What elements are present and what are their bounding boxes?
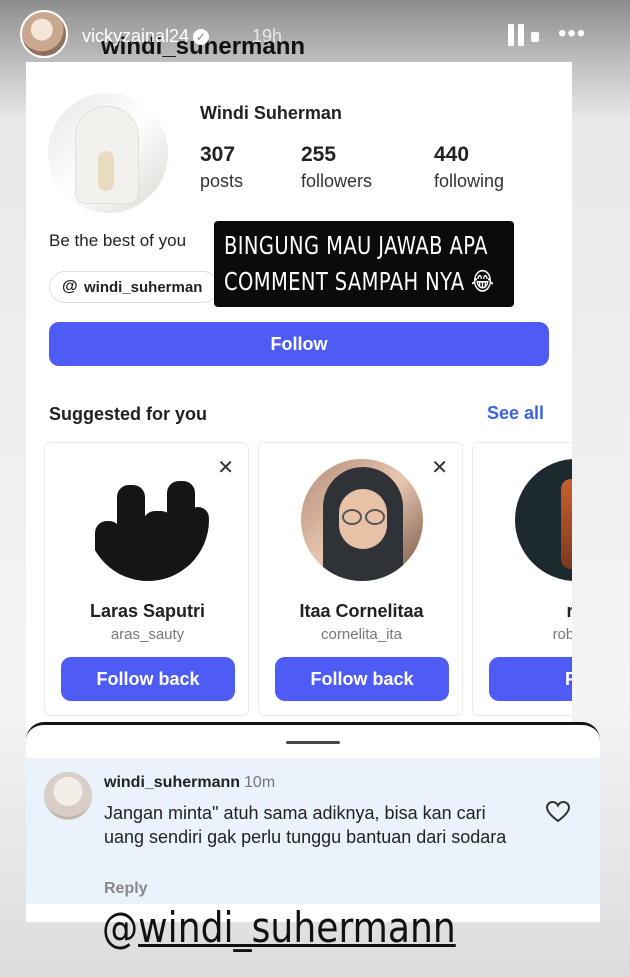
reply-button[interactable]: Reply	[104, 880, 148, 898]
pause-icon[interactable]	[508, 24, 526, 46]
comment-time: 10m	[244, 774, 276, 791]
caption-line-1: BINGUNG MAU JAWAB APA	[224, 231, 488, 260]
suggestion-avatar	[87, 459, 209, 581]
stat-label: followers	[301, 171, 373, 191]
suggestion-name: Laras Saputri	[89, 601, 206, 621]
avatar-glasses	[342, 509, 362, 525]
story-username-text: vickyzainal24	[82, 26, 190, 46]
avatar-person	[187, 507, 209, 581]
stat-value: 440	[434, 143, 470, 166]
avatar-flowers	[98, 151, 114, 191]
verified-icon: ✓	[193, 29, 210, 46]
follow-back-button[interactable]: Fo	[489, 657, 572, 701]
suggestion-username: robnes	[552, 626, 572, 643]
suggestion-avatar	[515, 459, 572, 581]
more-icon[interactable]: •••	[558, 20, 586, 48]
comment-username[interactable]: windi_suhermann	[104, 774, 240, 791]
follow-button[interactable]: Follow	[49, 322, 549, 366]
stat-label: posts	[200, 171, 244, 191]
suggestion-card: ✕ Laras Saputri aras_sauty Follow back	[44, 442, 249, 716]
story-header: windi_suhermann vickyzainal24 ✓ 19h •••	[0, 0, 630, 80]
suggestion-name: ro	[566, 601, 573, 621]
stat-label: following	[434, 171, 505, 191]
story-time: 19h	[252, 26, 283, 46]
heart-icon[interactable]	[546, 801, 570, 823]
close-icon[interactable]: ✕	[217, 455, 234, 480]
suggestion-card: ro robnes Fo	[472, 442, 572, 716]
suggestion-avatar	[301, 459, 423, 581]
threads-icon: @	[62, 278, 78, 295]
suggestion-username: cornelita_ita	[321, 626, 402, 643]
stat-followers[interactable]: 255 followers	[301, 143, 372, 192]
mute-icon[interactable]	[531, 32, 539, 42]
threads-link[interactable]: @ windi_suherman	[49, 271, 219, 303]
suggestion-username: aras_sauty	[110, 626, 185, 643]
comment-header: windi_suhermann 10m	[104, 774, 275, 792]
suggested-title: Suggested for you	[49, 404, 208, 424]
avatar-art	[561, 479, 572, 569]
comment-avatar[interactable]	[44, 772, 92, 820]
caption-line-2: COMMENT SAMPAH NYA 😂	[224, 267, 495, 296]
stat-value: 255	[301, 143, 337, 166]
close-icon[interactable]: ✕	[431, 455, 448, 480]
avatar-glasses	[365, 509, 385, 525]
story-caption: BINGUNG MAU JAWAB APA COMMENT SAMPAH NYA…	[214, 221, 514, 307]
see-all-link[interactable]: See all	[487, 403, 544, 424]
story-avatar[interactable]	[20, 10, 68, 58]
stat-value: 307	[200, 143, 236, 166]
avatar-person	[117, 485, 145, 581]
stat-following[interactable]: 440 following	[434, 143, 504, 192]
profile-avatar	[48, 93, 168, 213]
follow-back-button[interactable]: Follow back	[275, 657, 449, 701]
mention-sticker[interactable]: @windi_suhermann	[102, 903, 456, 952]
follow-back-button[interactable]: Follow back	[61, 657, 235, 701]
mention-text: windi_suhermann	[138, 903, 456, 952]
stat-posts[interactable]: 307 posts	[200, 143, 243, 192]
suggested-carousel[interactable]: ✕ Laras Saputri aras_sauty Follow back ✕…	[44, 442, 572, 716]
threads-icon: @	[102, 903, 139, 952]
bio-text: Be the best of you	[49, 231, 187, 250]
display-name: Windi Suherman	[200, 103, 342, 123]
threads-handle: windi_suherman	[84, 279, 203, 296]
sheet-grabber[interactable]	[286, 741, 340, 744]
comment-text: Jangan minta" atuh sama adiknya, bisa ka…	[104, 803, 507, 847]
suggestion-card: ✕ Itaa Cornelitaa cornelita_ita Follow b…	[258, 442, 463, 716]
story-username[interactable]: vickyzainal24 ✓	[82, 26, 210, 47]
suggestion-name: Itaa Cornelitaa	[299, 601, 424, 621]
